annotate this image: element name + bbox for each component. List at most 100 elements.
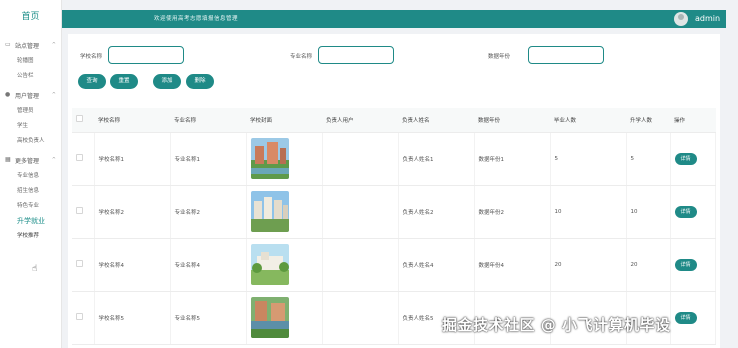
grid-icon: ▦ <box>5 156 11 163</box>
search-bar: 学校名称 专业名称 数据年份 <box>76 46 716 66</box>
menu-group-label: 更多管理 <box>15 157 40 165</box>
delete-button[interactable]: 删除 <box>186 74 214 89</box>
row-select-cell[interactable] <box>72 238 95 292</box>
cell-data-year: 数据年份4 <box>474 238 551 292</box>
school-name-input[interactable] <box>108 46 184 64</box>
sidebar-item-further-study[interactable]: 升学就业 <box>0 214 61 229</box>
major-name-label: 专业名称 <box>290 54 313 60</box>
row-select-cell[interactable] <box>72 291 95 345</box>
chevron-up-icon: ^ <box>51 92 56 98</box>
cell-owner-name: 负责人姓名1 <box>398 132 475 186</box>
data-year-label: 数据年份 <box>488 54 511 60</box>
app-frame: 首页 ▭ 站点管理 ^ 轮播图 公告栏 ● 用户管理 ^ 管理员 学生 高校负责… <box>0 0 738 348</box>
sidebar: 首页 ▭ 站点管理 ^ 轮播图 公告栏 ● 用户管理 ^ 管理员 学生 高校负责… <box>0 0 62 348</box>
cell-school-cover <box>246 132 323 186</box>
avatar[interactable] <box>674 12 688 26</box>
school-cover-image <box>250 191 289 232</box>
page-title: 欢迎使用高考志愿填报信息管理 <box>154 16 239 22</box>
cell-school-name: 学校名称4 <box>94 238 171 292</box>
sidebar-item-notice[interactable]: 公告栏 <box>0 69 61 84</box>
major-name-input[interactable] <box>318 46 394 64</box>
sidebar-home-link[interactable]: 首页 <box>0 0 61 34</box>
cell-actions: 详情 <box>670 132 716 186</box>
row-checkbox[interactable] <box>76 207 83 214</box>
col-school-name: 学校名称 <box>94 108 170 133</box>
row-checkbox[interactable] <box>76 260 83 267</box>
table-row: 学校名称2 专业名称2 负责人姓名2 数据年份2 10 10 详情 <box>72 185 716 239</box>
content-panel: 学校名称 专业名称 数据年份 查询 重置 添加 删除 学校名称 专业名称 学校封… <box>68 34 720 348</box>
chevron-up-icon: ^ <box>51 42 56 48</box>
sidebar-item-major-info[interactable]: 专业信息 <box>0 169 61 184</box>
cell-grad-count: 20 <box>550 238 627 292</box>
cell-data-year: 数据年份2 <box>474 185 551 239</box>
row-checkbox[interactable] <box>76 313 83 320</box>
detail-button[interactable]: 详情 <box>674 311 697 324</box>
cell-school-name: 学校名称2 <box>94 185 171 239</box>
cell-data-year: 数据年份1 <box>474 132 551 186</box>
col-major-name: 专业名称 <box>170 108 246 133</box>
cell-grad-count: 5 <box>550 132 627 186</box>
menu-group-label: 用户管理 <box>15 92 40 100</box>
cell-school-cover <box>246 185 323 239</box>
add-button[interactable]: 添加 <box>153 74 181 89</box>
top-bar: 欢迎使用高考志愿填报信息管理 admin <box>62 10 726 28</box>
col-actions: 操作 <box>670 108 716 133</box>
cell-school-name: 学校名称1 <box>94 132 171 186</box>
cell-school-cover <box>246 291 323 345</box>
reset-button[interactable]: 重置 <box>110 74 138 89</box>
row-select-cell[interactable] <box>72 185 95 239</box>
monitor-icon: ▭ <box>5 41 11 48</box>
cell-actions: 详情 <box>670 291 716 345</box>
menu-group-more-header[interactable]: ▦ 更多管理 ^ <box>0 151 61 169</box>
col-further-count: 升学人数 <box>626 108 670 133</box>
cell-further-count: 10 <box>626 185 671 239</box>
watermark-text: 掘金技术社区 @ 小飞计算机毕设 <box>442 316 671 334</box>
cell-school-name: 学校名称5 <box>94 291 171 345</box>
col-school-cover: 学校封面 <box>246 108 322 133</box>
query-button[interactable]: 查询 <box>78 74 106 89</box>
cell-owner-name: 负责人姓名2 <box>398 185 475 239</box>
menu-group-more: ▦ 更多管理 ^ 专业信息 招生信息 特色专业 升学就业 学校推荐 <box>0 151 61 244</box>
menu-group-users-header[interactable]: ● 用户管理 ^ <box>0 86 61 104</box>
row-checkbox[interactable] <box>76 154 83 161</box>
data-table: 学校名称 专业名称 学校封面 负责人用户 负责人姓名 数据年份 毕业人数 升学人… <box>72 108 716 345</box>
select-all-checkbox[interactable] <box>76 115 83 123</box>
cell-major-name: 专业名称1 <box>170 132 247 186</box>
col-owner-user: 负责人用户 <box>322 108 398 133</box>
school-cover-image <box>250 138 289 179</box>
chevron-up-icon: ^ <box>51 157 56 163</box>
school-cover-image <box>250 297 289 338</box>
col-data-year: 数据年份 <box>474 108 550 133</box>
sidebar-item-carousel[interactable]: 轮播图 <box>0 54 61 69</box>
row-select-cell[interactable] <box>72 132 95 186</box>
cell-owner-user <box>322 291 399 345</box>
detail-button[interactable]: 详情 <box>674 205 697 218</box>
sidebar-item-enrollment[interactable]: 招生信息 <box>0 184 61 199</box>
cell-actions: 详情 <box>670 238 716 292</box>
sidebar-item-school-owner[interactable]: 高校负责人 <box>0 134 61 149</box>
cell-owner-user <box>322 132 399 186</box>
cell-grad-count: 10 <box>550 185 627 239</box>
sidebar-item-student[interactable]: 学生 <box>0 119 61 134</box>
menu-group-users: ● 用户管理 ^ 管理员 学生 高校负责人 <box>0 86 61 149</box>
cell-further-count: 5 <box>626 132 671 186</box>
menu-group-site-header[interactable]: ▭ 站点管理 ^ <box>0 36 61 54</box>
cell-owner-name: 负责人姓名4 <box>398 238 475 292</box>
table-header-row: 学校名称 专业名称 学校封面 负责人用户 负责人姓名 数据年份 毕业人数 升学人… <box>72 108 716 133</box>
cell-major-name: 专业名称5 <box>170 291 247 345</box>
table-row: 学校名称1 专业名称1 负责人姓名1 数据年份1 5 5 详情 <box>72 132 716 186</box>
sidebar-item-admin[interactable]: 管理员 <box>0 104 61 119</box>
sidebar-item-school-recommend[interactable]: 学校推荐 <box>0 229 61 244</box>
col-grad-count: 毕业人数 <box>550 108 626 133</box>
select-all-cell[interactable] <box>72 108 94 133</box>
username[interactable]: admin <box>695 10 720 28</box>
user-icon: ● <box>5 91 11 98</box>
col-owner-name: 负责人姓名 <box>398 108 474 133</box>
cell-major-name: 专业名称2 <box>170 185 247 239</box>
cell-major-name: 专业名称4 <box>170 238 247 292</box>
sidebar-item-featured-major[interactable]: 特色专业 <box>0 199 61 214</box>
detail-button[interactable]: 详情 <box>674 152 697 165</box>
menu-group-site: ▭ 站点管理 ^ 轮播图 公告栏 <box>0 36 61 84</box>
data-year-input[interactable] <box>528 46 604 64</box>
detail-button[interactable]: 详情 <box>674 258 697 271</box>
